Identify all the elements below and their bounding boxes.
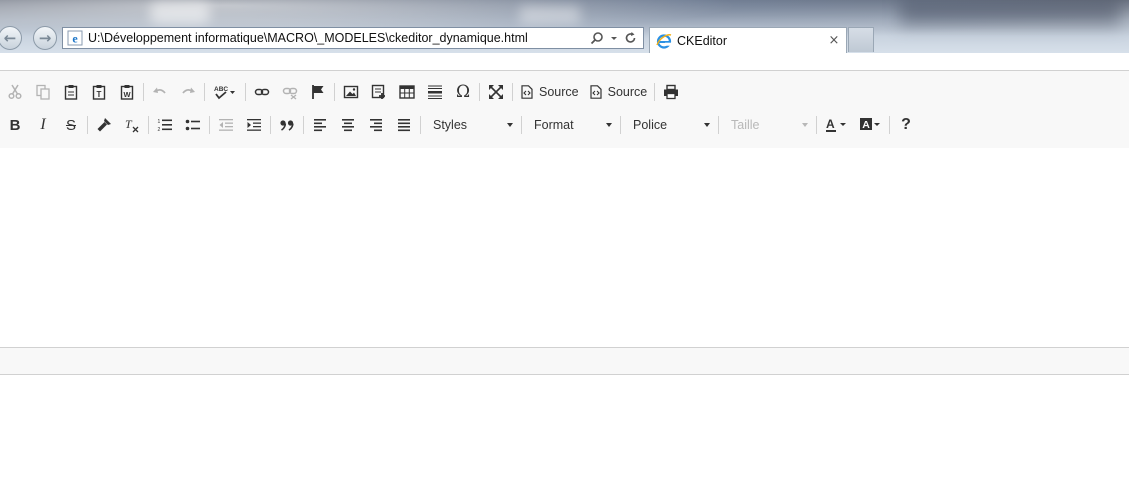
spellcheck-icon[interactable]: ABC — [207, 80, 243, 104]
format-combo-label: Format — [534, 118, 574, 132]
paste-icon[interactable] — [57, 80, 85, 104]
undo-icon[interactable] — [146, 80, 174, 104]
chevron-down-icon — [507, 123, 513, 127]
svg-text:e: e — [72, 32, 78, 46]
chevron-down-icon — [802, 123, 808, 127]
font-combo[interactable]: Police — [623, 113, 716, 137]
align-justify-icon[interactable] — [390, 113, 418, 137]
align-left-icon[interactable] — [306, 113, 334, 137]
outdent-icon[interactable] — [212, 113, 240, 137]
format-combo[interactable]: Format — [524, 113, 618, 137]
svg-text:T: T — [125, 117, 133, 131]
editor-toolbar: T W ABC Ω Source Source B I S T 1 2 Styl… — [0, 70, 1129, 149]
search-icon[interactable] — [590, 31, 604, 45]
dropdown-icon[interactable] — [610, 31, 618, 45]
special-char-icon[interactable]: Ω — [449, 80, 477, 104]
flash-icon[interactable] — [365, 80, 393, 104]
toolbar-row-2: B I S T 12 Styles Format Police Taille A… — [0, 112, 920, 138]
chevron-down-icon — [606, 123, 612, 127]
unlink-icon[interactable] — [276, 80, 304, 104]
maximize-icon[interactable] — [482, 80, 510, 104]
cut-icon[interactable] — [1, 80, 29, 104]
address-url[interactable]: U:\Développement informatique\MACRO\_MOD… — [88, 31, 590, 45]
forward-button[interactable]: → — [33, 26, 57, 50]
close-tab-icon[interactable]: × — [826, 33, 842, 48]
editor-content-area[interactable] — [0, 148, 1129, 347]
anchor-flag-icon[interactable] — [304, 80, 332, 104]
copy-format-icon[interactable] — [90, 113, 118, 137]
copy-icon[interactable] — [29, 80, 57, 104]
link-icon[interactable] — [248, 80, 276, 104]
editor-bottom-bar — [0, 347, 1129, 375]
source-button[interactable]: Source — [515, 80, 584, 104]
numbered-list-icon[interactable]: 12 — [151, 113, 179, 137]
refresh-icon[interactable] — [624, 31, 637, 45]
strikethrough-button[interactable]: S — [57, 113, 85, 137]
source-button-2[interactable]: Source — [584, 80, 653, 104]
align-center-icon[interactable] — [334, 113, 362, 137]
bold-button[interactable]: B — [1, 113, 29, 137]
font-combo-label: Police — [633, 118, 668, 132]
browser-tab[interactable]: CKEditor × — [649, 27, 847, 53]
svg-text:A: A — [862, 119, 870, 131]
paste-word-icon[interactable]: W — [113, 80, 141, 104]
svg-text:A: A — [826, 117, 835, 131]
ie-page-icon: e — [67, 30, 83, 46]
svg-text:1: 1 — [158, 119, 161, 125]
paste-text-icon[interactable]: T — [85, 80, 113, 104]
size-combo-label: Taille — [731, 118, 760, 132]
align-right-icon[interactable] — [362, 113, 390, 137]
toolbar-row-1: T W ABC Ω Source Source — [0, 79, 685, 105]
svg-text:T: T — [97, 90, 102, 99]
tab-title: CKEditor — [677, 33, 728, 48]
bulleted-list-icon[interactable] — [179, 113, 207, 137]
ie-logo-icon — [656, 33, 672, 49]
styles-combo-label: Styles — [433, 118, 468, 132]
svg-text:W: W — [123, 90, 131, 99]
horizontal-rule-icon[interactable] — [421, 80, 449, 104]
svg-text:ABC: ABC — [214, 86, 228, 93]
remove-format-icon[interactable]: T — [118, 113, 146, 137]
blockquote-icon[interactable] — [273, 113, 301, 137]
source-label: Source — [539, 85, 579, 99]
table-icon[interactable] — [393, 80, 421, 104]
redo-icon[interactable] — [174, 80, 202, 104]
chevron-down-icon — [704, 123, 710, 127]
source-label-2: Source — [607, 85, 648, 99]
new-tab-button[interactable] — [848, 27, 874, 52]
source-icon — [590, 85, 602, 99]
size-combo[interactable]: Taille — [721, 113, 814, 137]
indent-icon[interactable] — [240, 113, 268, 137]
svg-text:2: 2 — [158, 127, 161, 133]
styles-combo[interactable]: Styles — [423, 113, 519, 137]
help-icon[interactable]: ? — [892, 113, 920, 137]
source-icon — [521, 85, 533, 99]
image-icon[interactable] — [337, 80, 365, 104]
bg-color-button[interactable]: A — [853, 113, 887, 137]
address-bar[interactable]: e U:\Développement informatique\MACRO\_M… — [62, 27, 644, 49]
print-icon[interactable] — [657, 80, 685, 104]
italic-button[interactable]: I — [29, 113, 57, 137]
text-color-button[interactable]: A — [819, 113, 853, 137]
